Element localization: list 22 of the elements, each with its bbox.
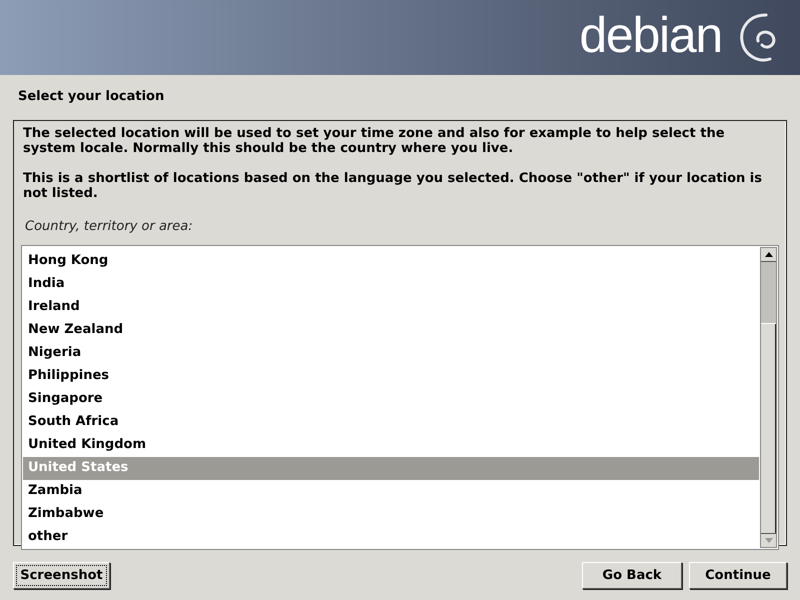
location-item[interactable]: Zimbabwe (23, 502, 759, 526)
description-text: The selected location will be used to set your time zone and also for example to help select the system locale. Normally this should be the country where you live. (23, 126, 726, 156)
list-label: Country, territory or area: (24, 218, 194, 236)
location-item[interactable]: Singapore (23, 388, 759, 410)
location-item[interactable]: Philippines (23, 364, 759, 388)
scrollbar[interactable] (760, 246, 777, 548)
scroll-thumb[interactable] (761, 262, 776, 324)
location-item[interactable]: Zambia (23, 480, 759, 502)
location-item[interactable]: South Africa (23, 410, 759, 434)
continue-button[interactable]: Continue (689, 562, 787, 589)
page-title: Select your location (17, 88, 166, 106)
location-item[interactable]: India (23, 272, 759, 296)
go-back-button[interactable]: Go Back (582, 562, 682, 589)
description-text: This is a shortlist of locations based on the language you selected. Choose "other" if your location is not listed. (23, 171, 763, 201)
location-item[interactable]: Nigeria (23, 342, 759, 364)
location-item[interactable]: other (23, 526, 759, 548)
location-item[interactable]: Hong Kong (23, 250, 759, 272)
screenshot-button[interactable]: Screenshot (13, 562, 110, 589)
location-item[interactable]: New Zealand (23, 318, 759, 342)
location-item[interactable]: Ireland (23, 296, 759, 318)
location-item[interactable]: United Kingdom (23, 434, 759, 456)
logo-text: debian (579, 10, 722, 60)
